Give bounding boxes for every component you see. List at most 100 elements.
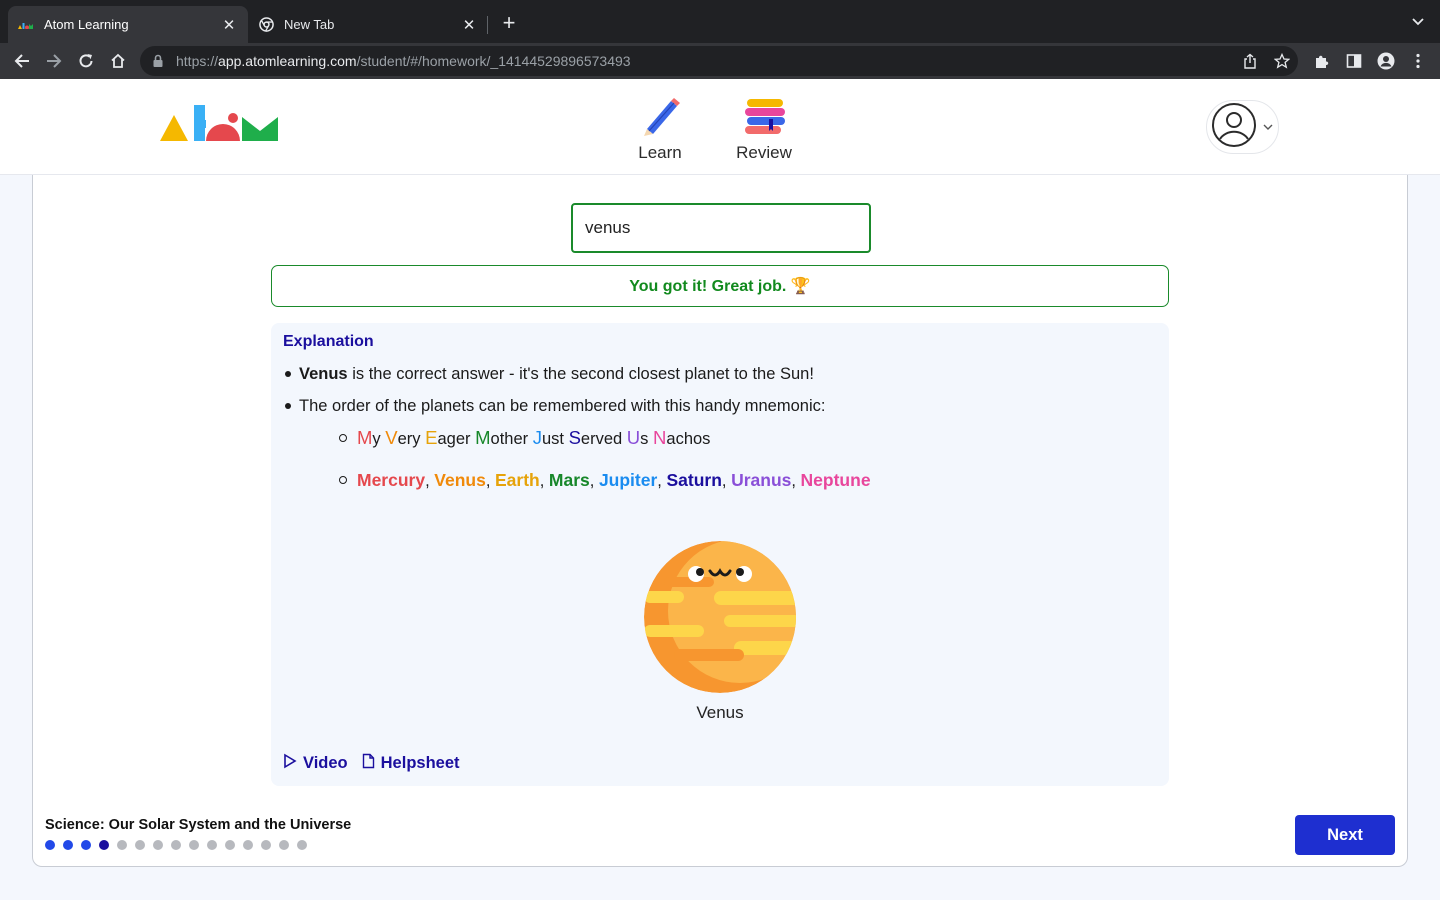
browser-tab-bar: Atom Learning ✕ New Tab ✕ +	[0, 0, 1440, 43]
app-header: Learn Review	[0, 79, 1440, 175]
video-link[interactable]: Video	[283, 753, 348, 774]
browser-tab-new-tab[interactable]: New Tab ✕	[248, 6, 488, 43]
progress-dot	[189, 840, 199, 850]
tab-search-chevron-icon[interactable]	[1410, 14, 1426, 30]
planet-name: Saturn	[666, 470, 722, 490]
mnemonic-initial: J	[532, 427, 542, 448]
mnemonic-word: Just	[532, 427, 564, 448]
mnemonic-initial: E	[425, 427, 438, 448]
mnemonic-line: My Very Eager Mother Just Served Us Nach…	[283, 427, 871, 469]
bullet-bold: Venus	[299, 365, 348, 383]
mnemonic-word: Nachos	[653, 427, 711, 448]
atom-logo[interactable]	[160, 101, 280, 143]
user-avatar-icon	[1211, 102, 1257, 153]
video-label: Video	[303, 754, 348, 772]
nav-review-label: Review	[736, 143, 792, 162]
mnemonic-rest: ery	[397, 430, 421, 448]
mnemonic-rest: ager	[437, 430, 471, 448]
close-tab-icon[interactable]: ✕	[220, 16, 238, 34]
new-tab-plus-icon[interactable]: +	[498, 12, 520, 34]
progress-dot	[63, 840, 73, 850]
helpsheet-link[interactable]: Helpsheet	[362, 753, 460, 774]
play-icon	[283, 753, 297, 774]
progress-dot	[297, 840, 307, 850]
nav-learn-label: Learn	[638, 143, 682, 162]
share-icon[interactable]	[1238, 46, 1262, 76]
books-icon	[739, 97, 789, 137]
url-host: app.atomlearning.com	[218, 53, 357, 69]
help-links: Video Helpsheet	[283, 753, 460, 774]
progress-dot	[153, 840, 163, 850]
progress-dot	[117, 840, 127, 850]
image-caption: Venus	[696, 703, 744, 722]
home-icon[interactable]	[106, 49, 130, 73]
helpsheet-label: Helpsheet	[380, 754, 460, 772]
explanation-bullet: Venus is the correct answer - it's the s…	[283, 363, 871, 395]
explanation-list: Venus is the correct answer - it's the s…	[283, 363, 871, 511]
browser-menu-kebab-icon[interactable]	[1406, 49, 1430, 73]
close-tab-icon[interactable]: ✕	[460, 16, 478, 34]
planet-name: Venus	[434, 470, 486, 490]
lock-icon	[152, 54, 166, 68]
mnemonic-word: My	[357, 427, 381, 448]
mnemonic-rest: y	[372, 430, 381, 448]
chevron-down-icon	[1263, 118, 1273, 136]
next-button[interactable]: Next	[1295, 815, 1395, 855]
mnemonic-initial: M	[357, 427, 373, 448]
url-path: /student/#/homework/_14144529896573493	[356, 53, 631, 69]
progress-dot	[225, 840, 235, 850]
side-panel-icon[interactable]	[1342, 49, 1366, 73]
mnemonic-initial: U	[626, 427, 641, 448]
document-icon	[362, 753, 375, 774]
planet-name: Uranus	[731, 470, 792, 490]
mnemonic-rest: other	[490, 430, 529, 448]
question-card: venus You got it! Great job. 🏆 Explanati…	[32, 175, 1408, 867]
planet-name: Earth	[495, 470, 540, 490]
progress-dot	[207, 840, 217, 850]
browser-tab-atom-learning[interactable]: Atom Learning ✕	[8, 6, 248, 43]
mnemonic-initial: S	[568, 427, 581, 448]
progress-dot	[81, 840, 91, 850]
progress-dot	[243, 840, 253, 850]
planets-line: Mercury, Venus, Earth, Mars, Jupiter, Sa…	[283, 469, 871, 511]
tab-title: Atom Learning	[44, 17, 129, 32]
forward-arrow-icon[interactable]	[42, 49, 66, 73]
browser-toolbar: https://app.atomlearning.com/student/#/h…	[0, 43, 1440, 79]
mnemonic-word: Mother	[475, 427, 529, 448]
answer-input[interactable]: venus	[571, 203, 871, 253]
mnemonic-rest: ust	[541, 430, 564, 448]
explanation-panel: Explanation Venus is the correct answer …	[271, 323, 1169, 786]
mnemonic-initial: M	[475, 427, 491, 448]
mnemonic-initial: V	[385, 427, 398, 448]
profile-menu-button[interactable]	[1206, 100, 1279, 154]
progress-dots	[45, 840, 307, 850]
mnemonic-rest: erved	[580, 430, 623, 448]
progress-dot	[279, 840, 289, 850]
planet-name: Neptune	[800, 470, 871, 490]
planet-name: Mars	[548, 470, 590, 490]
feedback-banner: You got it! Great job. 🏆	[271, 265, 1169, 307]
nav-review[interactable]: Review	[719, 97, 809, 163]
mnemonic-rest: s	[640, 430, 649, 448]
bookmark-star-icon[interactable]	[1270, 46, 1294, 76]
reload-icon[interactable]	[74, 49, 98, 73]
explanation-heading: Explanation	[283, 333, 374, 350]
address-bar[interactable]: https://app.atomlearning.com/student/#/h…	[140, 46, 1298, 76]
venus-illustration	[644, 541, 796, 693]
feedback-text: You got it! Great job. 🏆	[629, 278, 811, 295]
mnemonic-rest: achos	[666, 430, 711, 448]
mnemonic-word: Us	[626, 427, 649, 448]
extensions-puzzle-icon[interactable]	[1310, 49, 1334, 73]
profile-avatar-icon[interactable]	[1374, 49, 1398, 73]
bullet-text: is the correct answer - it's the second …	[347, 365, 814, 383]
explanation-bullet: The order of the planets can be remember…	[283, 395, 871, 427]
nav-learn[interactable]: Learn	[615, 97, 705, 163]
planet-name: Mercury	[357, 470, 426, 490]
progress-dot	[261, 840, 271, 850]
mnemonic-word: Served	[568, 427, 623, 448]
bullet-text: The order of the planets can be remember…	[299, 397, 826, 415]
back-arrow-icon[interactable]	[10, 49, 34, 73]
pencil-icon	[635, 97, 685, 137]
mnemonic-initial: N	[653, 427, 667, 448]
topic-title: Science: Our Solar System and the Univer…	[45, 817, 352, 833]
